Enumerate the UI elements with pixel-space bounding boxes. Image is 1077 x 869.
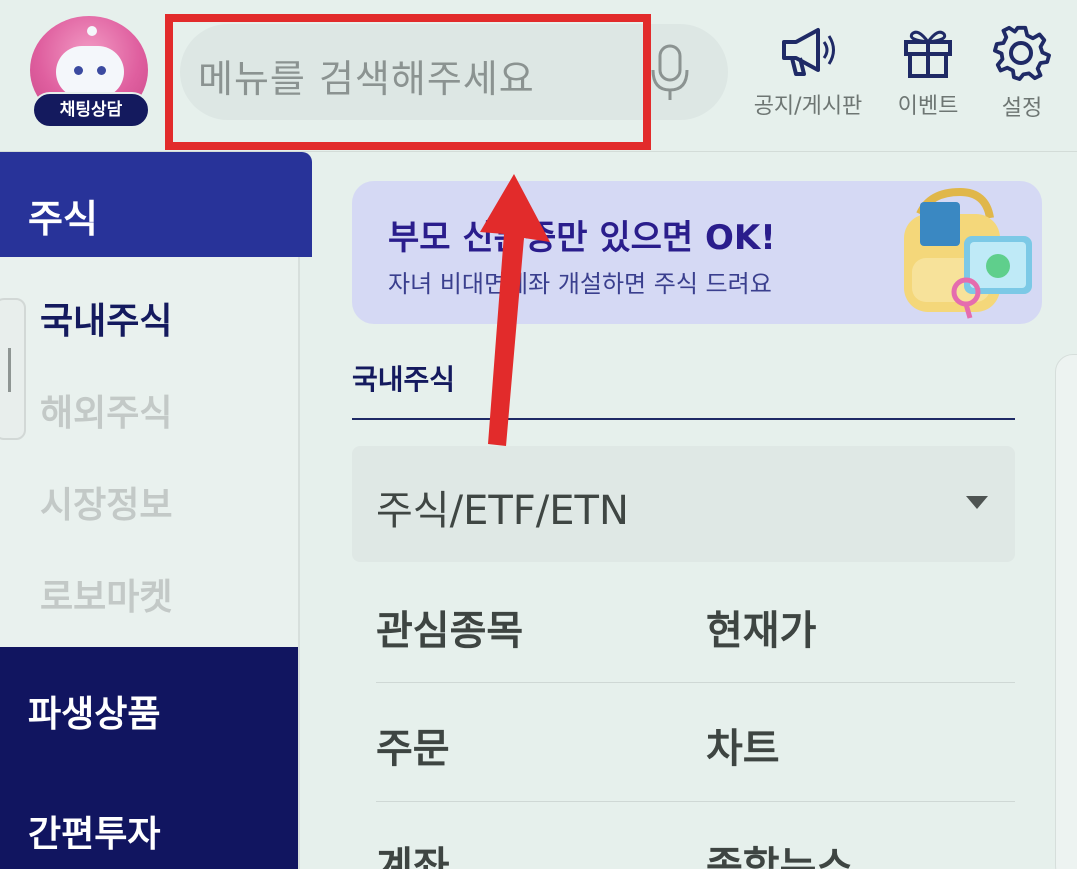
tab-domestic-stock[interactable]: 국내주식: [352, 358, 455, 398]
settings-button[interactable]: 설정: [966, 24, 1077, 124]
sidebar-item-overseas-stock[interactable]: 해외주식: [40, 384, 172, 436]
sidebar-item-robo-market[interactable]: 로보마켓: [40, 568, 172, 620]
chatbot-button[interactable]: 채팅상담: [26, 12, 154, 134]
menu-item-order[interactable]: 주문: [376, 716, 450, 774]
microphone-icon[interactable]: [648, 44, 692, 104]
annotation-arrow: [480, 174, 550, 446]
menu-item-chart[interactable]: 차트: [706, 716, 780, 774]
menu-divider: [376, 801, 1015, 802]
gift-icon: [904, 30, 952, 78]
tab-underline: [352, 418, 1015, 420]
chat-badge-label: 채팅상담: [32, 92, 150, 128]
side-panel-edge: [1055, 354, 1077, 869]
sidebar-item-domestic-stock[interactable]: 국내주식: [40, 292, 172, 344]
backpack-illustration: [904, 187, 1032, 319]
bot-antenna: [87, 26, 97, 36]
banner-subtitle: 자녀 비대면계좌 개설하면 주식 드려요: [388, 270, 772, 298]
bot-eye-left: [74, 66, 83, 75]
menu-item-current-price[interactable]: 현재가: [706, 598, 816, 656]
drawer-handle[interactable]: [0, 298, 26, 440]
sidebar-item-market-info[interactable]: 시장정보: [40, 476, 172, 528]
notice-board-label: 공지/게시판: [753, 94, 863, 119]
caret-down-icon: [966, 496, 988, 509]
megaphone-icon: [782, 28, 835, 76]
bot-eye-right: [97, 66, 106, 75]
banner-title: 부모 신분증만 있으면 OK!: [388, 218, 776, 258]
menu-item-account[interactable]: 계좌: [376, 834, 450, 869]
settings-label: 설정: [1001, 96, 1043, 121]
bot-face: [56, 46, 124, 98]
notice-board-button[interactable]: 공지/게시판: [752, 24, 864, 124]
sidebar-divider: [298, 257, 300, 869]
sidebar-category-easy-invest[interactable]: 간편투자: [28, 805, 160, 857]
sidebar-category-stock-label: 주식: [28, 197, 98, 241]
annotation-highlight-box: [165, 14, 651, 150]
gear-icon: [993, 25, 1051, 82]
menu-divider: [376, 682, 1015, 683]
sidebar-categories-dark: 파생상품 간편투자: [0, 647, 298, 869]
sidebar-category-derivatives[interactable]: 파생상품: [28, 685, 160, 737]
menu-item-news[interactable]: 종합뉴스: [706, 834, 853, 869]
menu-item-watchlist[interactable]: 관심종목: [376, 598, 523, 656]
select-value: 주식/ETF/ETN: [376, 488, 629, 534]
